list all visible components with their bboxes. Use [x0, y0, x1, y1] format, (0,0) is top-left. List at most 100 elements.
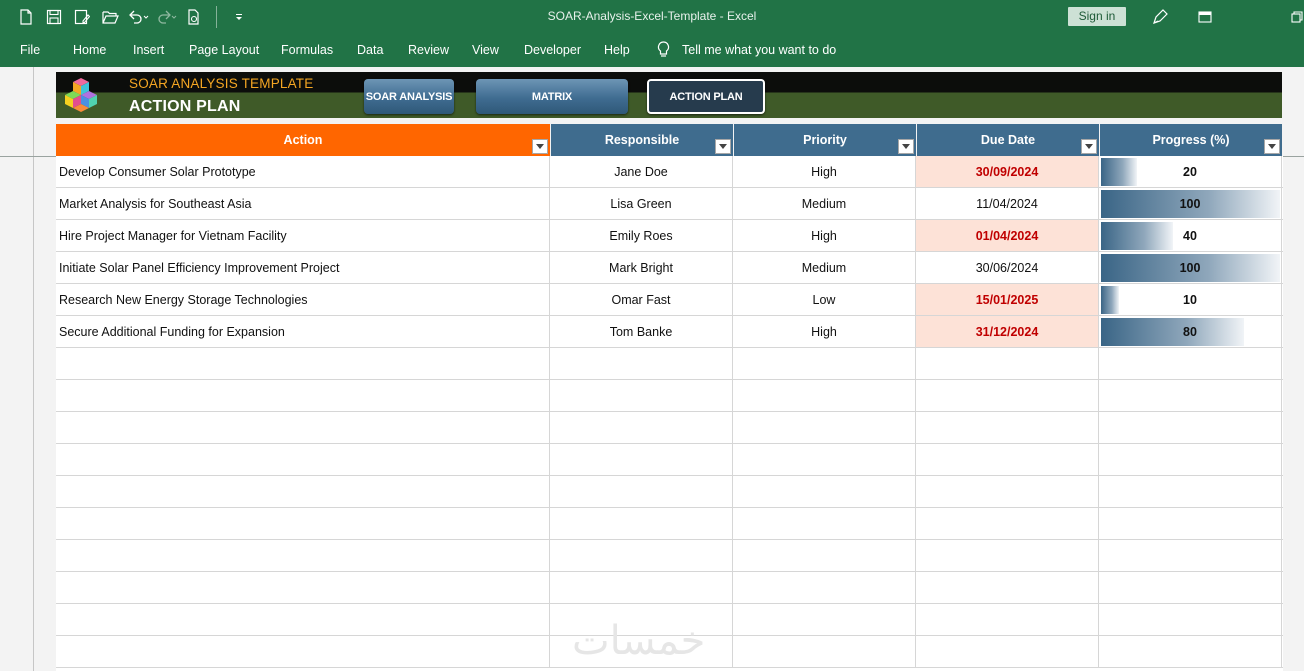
pen-icon[interactable] — [1150, 8, 1170, 26]
cell-progress[interactable]: 20 — [1099, 156, 1282, 187]
cell-due-date[interactable]: 30/06/2024 — [916, 252, 1099, 283]
filter-dropdown-icon[interactable] — [898, 139, 914, 154]
filter-dropdown-icon[interactable] — [1081, 139, 1097, 154]
cell-progress[interactable]: 100 — [1099, 252, 1282, 283]
cell-action[interactable] — [56, 604, 550, 635]
cell-responsible[interactable]: Mark Bright — [550, 252, 733, 283]
cell-action[interactable] — [56, 476, 550, 507]
cell-priority[interactable]: Low — [733, 284, 916, 315]
sign-in-button[interactable]: Sign in — [1068, 7, 1126, 26]
restore-window-icon[interactable] — [1287, 8, 1304, 26]
cell-progress[interactable] — [1099, 636, 1282, 667]
cell-due-date[interactable] — [916, 604, 1099, 635]
filter-dropdown-icon[interactable] — [532, 139, 548, 154]
cell-action[interactable] — [56, 348, 550, 379]
cell-due-date[interactable] — [916, 572, 1099, 603]
cell-responsible[interactable] — [550, 476, 733, 507]
cell-progress[interactable] — [1099, 444, 1282, 475]
cell-responsible[interactable]: Lisa Green — [550, 188, 733, 219]
cell-priority[interactable]: High — [733, 220, 916, 251]
filter-dropdown-icon[interactable] — [715, 139, 731, 154]
tab-insert[interactable]: Insert — [133, 43, 164, 57]
cell-priority[interactable]: Medium — [733, 252, 916, 283]
tab-help[interactable]: Help — [604, 43, 630, 57]
cell-due-date[interactable] — [916, 476, 1099, 507]
cell-action[interactable] — [56, 540, 550, 571]
cell-due-date[interactable] — [916, 540, 1099, 571]
cell-action[interactable]: Hire Project Manager for Vietnam Facilit… — [56, 220, 550, 251]
cell-priority[interactable]: Medium — [733, 188, 916, 219]
cell-due-date[interactable] — [916, 348, 1099, 379]
cell-responsible[interactable]: Emily Roes — [550, 220, 733, 251]
cell-due-date[interactable] — [916, 444, 1099, 475]
cell-priority[interactable] — [733, 444, 916, 475]
cell-action[interactable] — [56, 380, 550, 411]
cell-priority[interactable]: High — [733, 156, 916, 187]
cell-action[interactable] — [56, 508, 550, 539]
cell-priority[interactable] — [733, 348, 916, 379]
cell-progress[interactable]: 100 — [1099, 188, 1282, 219]
cell-responsible[interactable] — [550, 540, 733, 571]
cell-priority[interactable] — [733, 540, 916, 571]
tab-formulas[interactable]: Formulas — [281, 43, 333, 57]
tab-file[interactable]: File — [20, 43, 40, 57]
cell-progress[interactable] — [1099, 540, 1282, 571]
cell-action[interactable] — [56, 444, 550, 475]
cell-due-date[interactable] — [916, 636, 1099, 667]
cell-priority[interactable]: High — [733, 316, 916, 347]
cell-priority[interactable] — [733, 508, 916, 539]
cell-progress[interactable] — [1099, 604, 1282, 635]
cell-responsible[interactable] — [550, 508, 733, 539]
soar-analysis-button[interactable]: SOAR ANALYSIS — [364, 79, 454, 114]
cell-progress[interactable] — [1099, 380, 1282, 411]
cell-due-date[interactable] — [916, 412, 1099, 443]
cell-progress[interactable]: 80 — [1099, 316, 1282, 347]
cell-responsible[interactable]: Tom Banke — [550, 316, 733, 347]
cell-due-date[interactable]: 31/12/2024 — [916, 316, 1099, 347]
cell-progress[interactable]: 10 — [1099, 284, 1282, 315]
cell-responsible[interactable]: Omar Fast — [550, 284, 733, 315]
ribbon-display-icon[interactable] — [1195, 8, 1215, 26]
cell-due-date[interactable] — [916, 380, 1099, 411]
tab-view[interactable]: View — [472, 43, 499, 57]
tab-developer[interactable]: Developer — [524, 43, 581, 57]
tab-home[interactable]: Home — [73, 43, 106, 57]
cell-action[interactable] — [56, 636, 550, 667]
cell-action[interactable]: Secure Additional Funding for Expansion — [56, 316, 550, 347]
cell-responsible[interactable] — [550, 412, 733, 443]
cell-responsible[interactable] — [550, 572, 733, 603]
cell-due-date[interactable] — [916, 508, 1099, 539]
cell-due-date[interactable]: 01/04/2024 — [916, 220, 1099, 251]
filter-dropdown-icon[interactable] — [1264, 139, 1280, 154]
cell-progress[interactable] — [1099, 348, 1282, 379]
cell-priority[interactable] — [733, 604, 916, 635]
cell-priority[interactable] — [733, 572, 916, 603]
cell-action[interactable] — [56, 412, 550, 443]
cell-progress[interactable] — [1099, 476, 1282, 507]
cell-progress[interactable] — [1099, 508, 1282, 539]
cell-priority[interactable] — [733, 412, 916, 443]
cell-responsible[interactable]: Jane Doe — [550, 156, 733, 187]
cell-progress[interactable]: 40 — [1099, 220, 1282, 251]
tell-me-search[interactable]: Tell me what you want to do — [657, 41, 836, 58]
cell-action[interactable]: Research New Energy Storage Technologies — [56, 284, 550, 315]
matrix-button[interactable]: MATRIX — [476, 79, 628, 114]
cell-responsible[interactable] — [550, 444, 733, 475]
cell-due-date[interactable]: 30/09/2024 — [916, 156, 1099, 187]
cell-progress[interactable] — [1099, 572, 1282, 603]
tab-data[interactable]: Data — [357, 43, 383, 57]
cell-priority[interactable] — [733, 476, 916, 507]
cell-priority[interactable] — [733, 636, 916, 667]
action-plan-button[interactable]: ACTION PLAN — [647, 79, 765, 114]
cell-progress[interactable] — [1099, 412, 1282, 443]
cell-action[interactable]: Develop Consumer Solar Prototype — [56, 156, 550, 187]
tab-page-layout[interactable]: Page Layout — [189, 43, 259, 57]
tab-review[interactable]: Review — [408, 43, 449, 57]
cell-responsible[interactable] — [550, 380, 733, 411]
cell-action[interactable]: Market Analysis for Southeast Asia — [56, 188, 550, 219]
cell-action[interactable] — [56, 572, 550, 603]
cell-action[interactable]: Initiate Solar Panel Efficiency Improvem… — [56, 252, 550, 283]
cell-due-date[interactable]: 15/01/2025 — [916, 284, 1099, 315]
cell-responsible[interactable] — [550, 348, 733, 379]
cell-due-date[interactable]: 11/04/2024 — [916, 188, 1099, 219]
